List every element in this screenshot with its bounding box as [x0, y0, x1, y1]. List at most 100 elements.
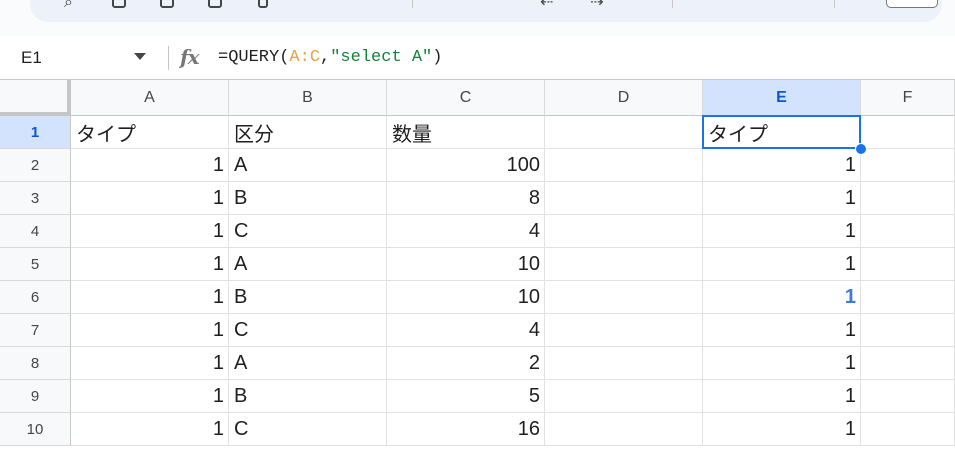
row-header-10[interactable]: 10	[0, 413, 71, 446]
cell-b5[interactable]: A	[229, 248, 387, 281]
cell-a8[interactable]: 1	[71, 347, 229, 380]
cell-d2[interactable]	[545, 149, 703, 182]
cell-b9[interactable]: B	[229, 380, 387, 413]
cell-c5[interactable]: 10	[387, 248, 545, 281]
cell-a3[interactable]: 1	[71, 182, 229, 215]
cell-c4[interactable]: 4	[387, 215, 545, 248]
formula-input[interactable]: =QUERY(A:C,"select A")	[218, 48, 442, 67]
fill-handle[interactable]	[855, 143, 867, 155]
cell-f1[interactable]	[861, 116, 955, 149]
cell-f6[interactable]	[861, 281, 955, 314]
cell-b1[interactable]: 区分	[229, 116, 387, 149]
formula-token: =QUERY(	[218, 48, 290, 67]
row-header-6[interactable]: 6	[0, 281, 71, 314]
cell-f10[interactable]	[861, 413, 955, 446]
cell-a2[interactable]: 1	[71, 149, 229, 182]
cell-a1[interactable]: タイプ	[71, 116, 229, 149]
cell-d7[interactable]	[545, 314, 703, 347]
select-all-corner[interactable]	[0, 80, 71, 116]
cell-b7[interactable]: C	[229, 314, 387, 347]
fx-icon: fx	[180, 45, 200, 69]
cell-c9[interactable]: 5	[387, 380, 545, 413]
cell-d6[interactable]	[545, 281, 703, 314]
cell-e9[interactable]: 1	[703, 380, 861, 413]
column-header-e[interactable]: E	[703, 80, 861, 116]
cell-e1[interactable]: タイプ	[703, 116, 861, 149]
cell-a5[interactable]: 1	[71, 248, 229, 281]
cell-f2[interactable]	[861, 149, 955, 182]
row-header-1[interactable]: 1	[0, 116, 71, 149]
cell-f8[interactable]	[861, 347, 955, 380]
redo-icon[interactable]	[160, 0, 174, 8]
cell-c7[interactable]: 4	[387, 314, 545, 347]
cell-f5[interactable]	[861, 248, 955, 281]
row-header-3[interactable]: 3	[0, 182, 71, 215]
cell-e10[interactable]: 1	[703, 413, 861, 446]
cell-c6[interactable]: 10	[387, 281, 545, 314]
toolbar-divider	[834, 0, 835, 8]
cell-b2[interactable]: A	[229, 149, 387, 182]
row-header-2[interactable]: 2	[0, 149, 71, 182]
cell-d8[interactable]	[545, 347, 703, 380]
cell-f7[interactable]	[861, 314, 955, 347]
row-header-8[interactable]: 8	[0, 347, 71, 380]
cell-d1[interactable]	[545, 116, 703, 149]
cell-c3[interactable]: 8	[387, 182, 545, 215]
cell-b10[interactable]: C	[229, 413, 387, 446]
search-icon[interactable]: ⌕	[64, 0, 73, 12]
cell-c2[interactable]: 100	[387, 149, 545, 182]
cell-b6[interactable]: B	[229, 281, 387, 314]
row-header-7[interactable]: 7	[0, 314, 71, 347]
formula-bar: E1 fx =QUERY(A:C,"select A")	[0, 36, 955, 80]
column-header-c[interactable]: C	[387, 80, 545, 116]
cell-a7[interactable]: 1	[71, 314, 229, 347]
column-header-d[interactable]: D	[545, 80, 703, 116]
cell-a9[interactable]: 1	[71, 380, 229, 413]
cell-f9[interactable]	[861, 380, 955, 413]
formula-token: )	[432, 48, 443, 67]
cell-b3[interactable]: B	[229, 182, 387, 215]
cell-b4[interactable]: C	[229, 215, 387, 248]
cell-b8[interactable]: A	[229, 347, 387, 380]
cell-e2[interactable]: 1	[703, 149, 861, 182]
formula-token: "select A"	[330, 48, 433, 67]
column-header-f[interactable]: F	[861, 80, 955, 116]
cell-e6[interactable]: 1	[703, 281, 861, 314]
toolbar: ⌕ ⇠ ⇢	[0, 0, 955, 36]
row-header-5[interactable]: 5	[0, 248, 71, 281]
formula-token: A:C	[289, 48, 321, 67]
cell-d4[interactable]	[545, 215, 703, 248]
row-header-9[interactable]: 9	[0, 380, 71, 413]
cell-c1[interactable]: 数量	[387, 116, 545, 149]
cell-e3[interactable]: 1	[703, 182, 861, 215]
print-icon[interactable]	[208, 0, 222, 8]
arrow-right-icon[interactable]: ⇢	[590, 0, 603, 11]
cell-c8[interactable]: 2	[387, 347, 545, 380]
cell-a10[interactable]: 1	[71, 413, 229, 446]
undo-icon[interactable]	[112, 0, 126, 8]
cell-a4[interactable]: 1	[71, 215, 229, 248]
cell-d5[interactable]	[545, 248, 703, 281]
toolbar-divider	[412, 0, 413, 8]
cell-f3[interactable]	[861, 182, 955, 215]
cell-d9[interactable]	[545, 380, 703, 413]
cell-e7[interactable]: 1	[703, 314, 861, 347]
row-header-4[interactable]: 4	[0, 215, 71, 248]
cell-e4[interactable]: 1	[703, 215, 861, 248]
paint-format-icon[interactable]	[258, 0, 268, 8]
column-header-b[interactable]: B	[229, 80, 387, 116]
name-box[interactable]: E1	[0, 36, 162, 80]
cell-d3[interactable]	[545, 182, 703, 215]
column-header-a[interactable]: A	[71, 80, 229, 116]
cell-a6[interactable]: 1	[71, 281, 229, 314]
name-box-dropdown-icon[interactable]	[134, 53, 146, 60]
toolbar-dropdown[interactable]	[886, 0, 938, 8]
arrow-left-icon[interactable]: ⇠	[540, 0, 553, 11]
cell-e5[interactable]: 1	[703, 248, 861, 281]
cell-e8[interactable]: 1	[703, 347, 861, 380]
cell-f4[interactable]	[861, 215, 955, 248]
cell-c10[interactable]: 16	[387, 413, 545, 446]
cell-d10[interactable]	[545, 413, 703, 446]
toolbar-divider	[672, 0, 673, 8]
name-box-value: E1	[21, 48, 42, 67]
